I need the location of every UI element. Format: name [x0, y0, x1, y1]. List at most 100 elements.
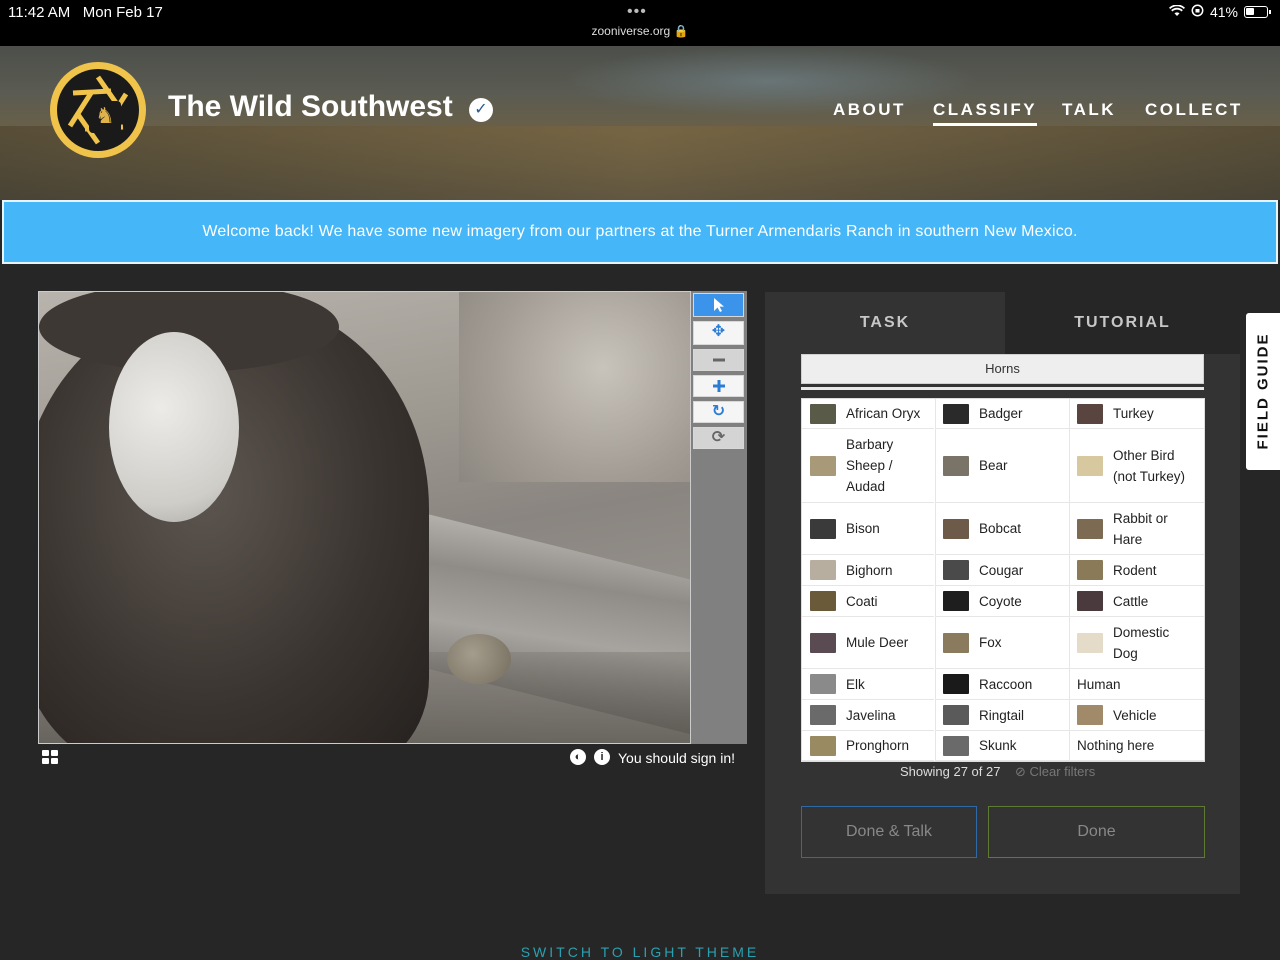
choice-thumbnail [1077, 403, 1103, 424]
choice-other-bird-not-turkey[interactable]: Other Bird (not Turkey) [1069, 429, 1204, 503]
nav-talk[interactable]: TALK [1062, 100, 1116, 120]
choice-label: African Oryx [846, 406, 921, 421]
sign-in-prompt[interactable]: You should sign in! [618, 750, 735, 766]
choice-label: Ringtail [979, 707, 1025, 723]
choice-label: Bear [979, 458, 1008, 473]
choice-label: Cougar [979, 562, 1024, 578]
address-bar[interactable]: zooniverse.org 🔒 [0, 24, 1280, 38]
project-logo[interactable]: ♞ [50, 62, 146, 158]
choice-ringtail[interactable]: Ringtail [935, 700, 1069, 731]
choice-rodent[interactable]: Rodent [1069, 555, 1204, 586]
pointer-icon[interactable] [693, 293, 744, 317]
choice-label: Cattle [1113, 593, 1149, 609]
done-button[interactable]: Done [988, 806, 1205, 858]
choice-raccoon[interactable]: Raccoon [935, 669, 1069, 700]
choice-label: Turkey [1113, 406, 1154, 421]
choice-thumbnail [943, 674, 969, 694]
move-icon[interactable]: ✥ [693, 321, 744, 345]
choice-skunk[interactable]: Skunk [935, 731, 1069, 761]
choice-label: Badger [979, 406, 1023, 421]
tab-task[interactable]: TASK [765, 292, 1005, 354]
field-guide-tab[interactable]: FIELD GUIDE [1246, 313, 1280, 470]
zoom-in-icon[interactable] [693, 375, 744, 397]
rotate-icon[interactable]: ↻ [693, 401, 744, 423]
choice-thumbnail [1077, 632, 1103, 653]
filter-horns-button[interactable]: Horns [801, 354, 1204, 384]
choice-label: Pronghorn [846, 738, 910, 753]
battery-icon [1244, 6, 1271, 18]
choice-barbary-sheep-audad[interactable]: Barbary Sheep / Audad [802, 429, 934, 503]
choice-label: Rabbit or Hare [1113, 510, 1168, 547]
orientation-lock-icon [1191, 4, 1204, 20]
choice-thumbnail [810, 403, 836, 424]
multitasking-dots[interactable]: ••• [627, 3, 647, 21]
choice-bear[interactable]: Bear [935, 429, 1069, 503]
choice-bighorn[interactable]: Bighorn [802, 555, 934, 586]
choice-thumbnail [810, 735, 836, 756]
choice-domestic-dog[interactable]: Domestic Dog [1069, 617, 1204, 669]
invert-colors-icon[interactable]: ◐ [570, 749, 586, 765]
choice-label: Vehicle [1113, 707, 1157, 723]
field-guide-label: FIELD GUIDE [1254, 332, 1272, 450]
choice-fox[interactable]: Fox [935, 617, 1069, 669]
choice-pronghorn[interactable]: Pronghorn [802, 731, 934, 761]
wifi-icon [1168, 4, 1185, 20]
choice-thumbnail [1077, 591, 1103, 611]
choice-thumbnail [810, 591, 836, 611]
choice-javelina[interactable]: Javelina [802, 700, 934, 731]
choice-cattle[interactable]: Cattle [1069, 586, 1204, 617]
choice-label: Mule Deer [846, 635, 909, 650]
choice-african-oryx[interactable]: African Oryx [802, 399, 934, 429]
choice-label: Other Bird (not Turkey) [1113, 447, 1186, 484]
status-time: 11:42 AM Mon Feb 17 [8, 4, 163, 21]
choice-thumbnail [810, 632, 836, 653]
announcement-banner: Welcome back! We have some new imagery f… [2, 200, 1278, 264]
choice-thumbnail [810, 705, 836, 725]
choice-badger[interactable]: Badger [935, 399, 1069, 429]
choice-label: Coati [846, 593, 878, 609]
choice-nothing-here[interactable]: Nothing here [1069, 731, 1204, 761]
choice-label: Coyote [979, 593, 1022, 609]
choice-elk[interactable]: Elk [802, 669, 934, 700]
clear-filters-button[interactable]: ⊘ Clear filters [1015, 764, 1095, 780]
choice-bobcat[interactable]: Bobcat [935, 503, 1069, 555]
choice-mule-deer[interactable]: Mule Deer [802, 617, 934, 669]
choice-human[interactable]: Human [1069, 669, 1204, 700]
tab-tutorial[interactable]: TUTORIAL [1005, 292, 1240, 354]
choice-coyote[interactable]: Coyote [935, 586, 1069, 617]
choice-cougar[interactable]: Cougar [935, 555, 1069, 586]
done-and-talk-button[interactable]: Done & Talk [801, 806, 977, 858]
choice-bison[interactable]: Bison [802, 503, 934, 555]
choice-thumbnail [943, 518, 969, 539]
switch-theme-link[interactable]: SWITCH TO LIGHT THEME [0, 944, 1280, 960]
grid-view-icon[interactable] [42, 750, 58, 764]
nav-classify[interactable]: CLASSIFY [933, 100, 1038, 126]
choice-rabbit-or-hare[interactable]: Rabbit or Hare [1069, 503, 1204, 555]
choice-thumbnail [943, 632, 969, 653]
battery-percent: 41% [1209, 4, 1238, 20]
nav-collect[interactable]: COLLECT [1145, 100, 1243, 120]
choice-vehicle[interactable]: Vehicle [1069, 700, 1204, 731]
choice-coati[interactable]: Coati [802, 586, 934, 617]
choice-thumbnail [943, 591, 969, 611]
choice-thumbnail [810, 560, 836, 580]
zoom-out-icon[interactable] [693, 349, 744, 371]
choice-label: Skunk [979, 738, 1017, 753]
reset-icon[interactable]: ⟳ [693, 427, 744, 449]
image-toolbar: ✥ ↻ ⟳ [691, 291, 747, 744]
info-icon[interactable]: i [594, 749, 610, 765]
choice-thumbnail [943, 560, 969, 580]
choice-thumbnail [1077, 560, 1103, 580]
choice-label: Fox [979, 635, 1002, 650]
species-choices: African Oryx Badger Turkey Barbary Sheep / … [801, 398, 1205, 762]
choice-label: Javelina [846, 707, 896, 723]
choice-thumbnail [1077, 705, 1103, 725]
choice-label: Bobcat [979, 521, 1022, 536]
choice-thumbnail [943, 455, 969, 476]
subject-image[interactable] [38, 291, 691, 744]
status-indicators: 41% [1168, 4, 1271, 20]
task-panel: TASK TUTORIAL Horns African Oryx Badger Tu… [765, 292, 1240, 894]
nav-about[interactable]: ABOUT [833, 100, 906, 120]
choice-turkey[interactable]: Turkey [1069, 399, 1204, 429]
project-title[interactable]: The Wild Southwest [168, 90, 453, 124]
